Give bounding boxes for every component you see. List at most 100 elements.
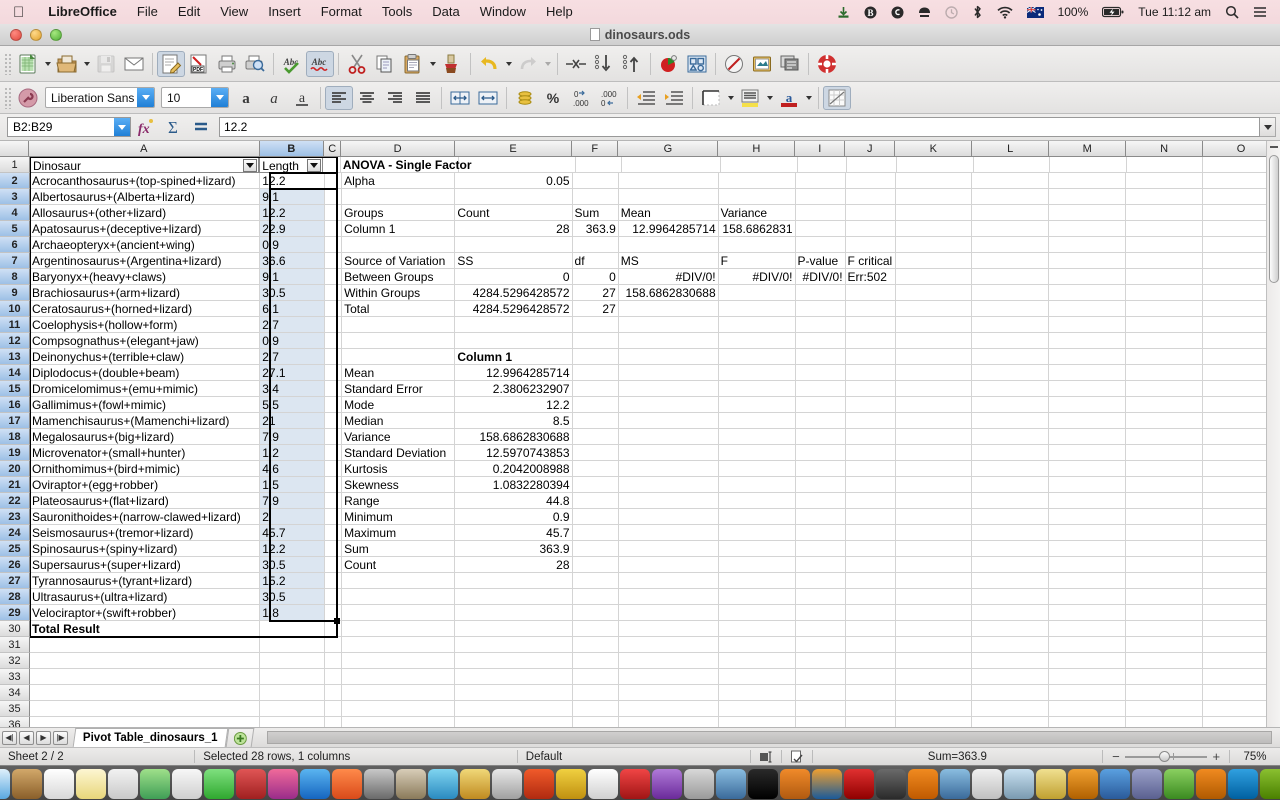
cell-empty[interactable]: [847, 157, 898, 173]
cell-empty[interactable]: [572, 317, 619, 333]
cell-empty[interactable]: [972, 701, 1050, 717]
cell-empty[interactable]: [1126, 589, 1204, 605]
cell-empty[interactable]: [260, 653, 325, 669]
cell-empty[interactable]: [895, 413, 973, 429]
cell-A18[interactable]: Megalosaurus+(big+lizard): [30, 429, 261, 445]
first-sheet-button[interactable]: ◀|: [2, 730, 17, 745]
cell-A14[interactable]: Diplodocus+(double+beam): [30, 365, 261, 381]
cell-D9[interactable]: Within Groups: [342, 285, 456, 301]
cell-empty[interactable]: [1126, 525, 1204, 541]
row-header-8[interactable]: 8: [0, 269, 30, 285]
cell-E24[interactable]: 45.7: [455, 525, 573, 541]
cell-B5[interactable]: 22.9: [260, 221, 325, 237]
cell-empty[interactable]: [972, 237, 1050, 253]
cell-empty[interactable]: [260, 685, 325, 701]
row-header-30[interactable]: 30: [0, 621, 30, 637]
cell-empty[interactable]: [845, 413, 896, 429]
column-header-F[interactable]: F: [572, 141, 619, 157]
cell-E4[interactable]: Count: [455, 205, 573, 221]
cell-empty[interactable]: [972, 573, 1050, 589]
cell-empty[interactable]: [795, 541, 846, 557]
cell-empty[interactable]: [1049, 253, 1127, 269]
cell-B23[interactable]: 2: [260, 509, 325, 525]
cell-empty[interactable]: [972, 621, 1050, 637]
menu-edit[interactable]: Edit: [168, 0, 210, 24]
cell-empty[interactable]: [972, 205, 1050, 221]
cell-empty[interactable]: [895, 285, 973, 301]
cell-empty[interactable]: [845, 493, 896, 509]
cell-empty[interactable]: [718, 301, 796, 317]
cell-empty[interactable]: [895, 173, 973, 189]
wifi-icon[interactable]: [990, 6, 1020, 19]
cell-empty[interactable]: [1049, 637, 1127, 653]
cell-empty[interactable]: [895, 237, 973, 253]
cell-empty[interactable]: [324, 477, 343, 493]
dock-item-messages[interactable]: [204, 769, 234, 799]
cell-empty[interactable]: [845, 541, 896, 557]
menu-window[interactable]: Window: [470, 0, 536, 24]
cell-empty[interactable]: [342, 685, 456, 701]
cell-empty[interactable]: [845, 301, 896, 317]
cell-empty[interactable]: [972, 637, 1050, 653]
cell-empty[interactable]: [618, 669, 719, 685]
sort-ascending-icon[interactable]: [590, 51, 618, 77]
cell-empty[interactable]: [795, 493, 846, 509]
cell-empty[interactable]: [1126, 621, 1204, 637]
cell-empty[interactable]: [718, 381, 796, 397]
cell-empty[interactable]: [1126, 269, 1204, 285]
cell-empty[interactable]: [342, 333, 456, 349]
cell-empty[interactable]: [1126, 317, 1204, 333]
cell-empty[interactable]: [572, 349, 619, 365]
cell-D25[interactable]: Sum: [342, 541, 456, 557]
cell-empty[interactable]: [1049, 285, 1127, 301]
cell-empty[interactable]: [260, 717, 325, 727]
cell-empty[interactable]: [618, 621, 719, 637]
row-header-24[interactable]: 24: [0, 525, 30, 541]
cell-D19[interactable]: Standard Deviation: [342, 445, 456, 461]
cell-empty[interactable]: [618, 365, 719, 381]
cell-empty[interactable]: [795, 317, 846, 333]
cell-empty[interactable]: [718, 429, 796, 445]
cell-empty[interactable]: [1126, 189, 1204, 205]
cell-B2[interactable]: 12.2: [260, 173, 325, 189]
cell-empty[interactable]: [260, 621, 325, 637]
cell-empty[interactable]: [1126, 493, 1204, 509]
borders-dropdown[interactable]: [725, 85, 736, 111]
row-header-7[interactable]: 7: [0, 253, 30, 269]
cell-empty[interactable]: [895, 461, 973, 477]
dock-item-sublime[interactable]: [1196, 769, 1226, 799]
cell-empty[interactable]: [324, 637, 343, 653]
dock-item-virtualbox[interactable]: [1004, 769, 1034, 799]
dock-item-facetime[interactable]: [236, 769, 266, 799]
cell-empty[interactable]: [455, 605, 573, 621]
cell-E14[interactable]: 12.9964285714: [455, 365, 573, 381]
autofilter-dropdown-B[interactable]: [307, 159, 322, 172]
cell-B6[interactable]: 0.9: [260, 237, 325, 253]
cell-empty[interactable]: [1126, 365, 1204, 381]
cell-empty[interactable]: [618, 189, 719, 205]
column-header-B[interactable]: B: [259, 141, 325, 157]
cell-B8[interactable]: 9.1: [260, 269, 325, 285]
row-header-21[interactable]: 21: [0, 477, 30, 493]
column-header-D[interactable]: D: [341, 141, 455, 157]
dock-item-androidstudio[interactable]: [1164, 769, 1194, 799]
cell-E25[interactable]: 363.9: [455, 541, 573, 557]
edit-mode-icon[interactable]: [157, 50, 185, 77]
cell-empty[interactable]: [795, 285, 846, 301]
menu-help[interactable]: Help: [536, 0, 583, 24]
cell-A24[interactable]: Seismosaurus+(tremor+lizard): [30, 525, 261, 541]
flag-icon[interactable]: [1020, 6, 1051, 18]
cell-area[interactable]: Dinosaur Length ANOVA - Single Factor Acroc…: [30, 157, 1280, 727]
cell-empty[interactable]: [324, 701, 343, 717]
cell-G7[interactable]: MS: [618, 253, 719, 269]
cell-empty[interactable]: [455, 717, 573, 727]
cell-empty[interactable]: [455, 701, 573, 717]
bartender-icon[interactable]: B: [857, 6, 884, 19]
cell-empty[interactable]: [324, 381, 343, 397]
cell-empty[interactable]: [324, 349, 343, 365]
cell-empty[interactable]: [895, 701, 973, 717]
cell-E18[interactable]: 158.6862830688: [455, 429, 573, 445]
cell-empty[interactable]: [572, 381, 619, 397]
cell-empty[interactable]: [1126, 541, 1204, 557]
insert-comment-icon[interactable]: [776, 51, 804, 77]
